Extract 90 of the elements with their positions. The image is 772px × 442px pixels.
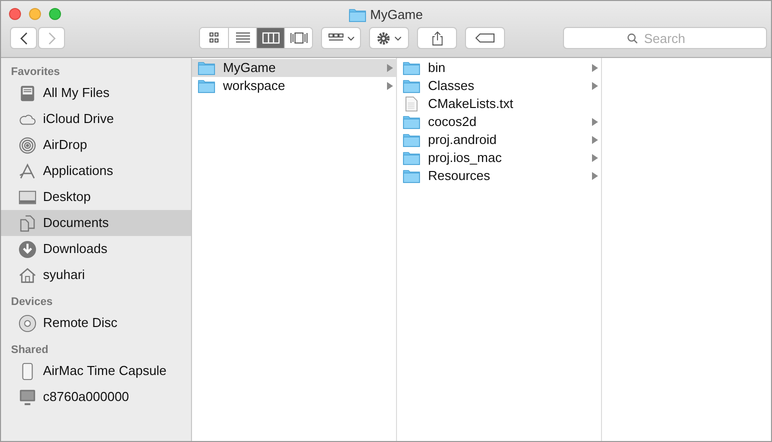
file-name: proj.android [428, 131, 498, 150]
disclosure-arrow-icon [387, 64, 393, 72]
section-header: Shared [10, 343, 50, 358]
folder-icon [403, 169, 420, 183]
back-button[interactable] [10, 27, 37, 49]
caret-icon [346, 36, 354, 40]
folder-icon [198, 61, 215, 75]
disclosure-arrow-icon [592, 118, 598, 126]
search-icon [627, 33, 638, 44]
chevron-left-icon [20, 32, 28, 44]
document-icon [405, 96, 418, 112]
tag-button[interactable] [465, 27, 505, 49]
sidebar-item[interactable]: Remote Disc [1, 310, 191, 336]
file-name: Classes [428, 77, 476, 96]
folder-icon [403, 61, 420, 75]
file-name: Resources [428, 167, 492, 186]
file-name: proj.ios_mac [428, 149, 503, 168]
sidebar-item[interactable]: AirMac Time Capsule [1, 358, 191, 384]
file-row[interactable]: Resources [397, 167, 601, 185]
settings-icon [376, 30, 391, 46]
file-row[interactable]: proj.android [397, 131, 601, 149]
sidebar-item[interactable]: c8760a000000 [1, 384, 191, 410]
folder-icon [403, 115, 420, 129]
sidebar-label: Desktop [43, 188, 91, 206]
file-row[interactable]: bin [397, 59, 601, 77]
file-name: workspace [223, 77, 286, 96]
folder-icon [403, 151, 420, 165]
section-header: Devices [10, 295, 54, 310]
sidebar-label: Documents [43, 214, 109, 232]
tag-icon [475, 33, 495, 43]
disclosure-arrow-icon [592, 172, 598, 180]
file-name: cocos2d [428, 113, 478, 132]
sidebar-label: All My Files [43, 84, 110, 102]
download-icon [18, 240, 37, 258]
folder-icon [403, 79, 420, 93]
file-row[interactable]: Classes [397, 77, 601, 95]
close-button[interactable] [9, 8, 21, 20]
view-mode-button[interactable] [256, 28, 284, 48]
file-name: bin [428, 59, 446, 78]
applications-icon [18, 162, 37, 180]
sidebar-label: AirDrop [43, 136, 88, 154]
sidebar-label: iCloud Drive [43, 110, 114, 128]
sidebar-label: Downloads [43, 240, 108, 258]
file-name: MyGame [223, 59, 277, 78]
search-field[interactable]: Search [563, 27, 767, 49]
arrange-button[interactable] [321, 27, 361, 49]
documents-icon [18, 214, 37, 232]
sidebar-item[interactable]: Documents [1, 210, 191, 236]
disclosure-arrow-icon [592, 82, 598, 90]
airdrop-icon [18, 136, 37, 154]
disclosure-arrow-icon [592, 136, 598, 144]
cover-flow-icon [288, 31, 308, 45]
sidebar-item[interactable]: All My Files [1, 80, 191, 106]
sidebar-label: Remote Disc [43, 314, 118, 332]
sidebar-item[interactable]: Applications [1, 158, 191, 184]
view-mode-button[interactable] [284, 28, 312, 48]
sidebar-label: Applications [43, 162, 114, 180]
folder-icon [198, 79, 215, 93]
sidebar-label: AirMac Time Capsule [43, 362, 167, 380]
sidebar-item[interactable]: syuhari [1, 262, 191, 288]
monitor-icon [18, 388, 37, 406]
file-row[interactable]: workspace [192, 77, 396, 95]
sidebar-item[interactable]: Desktop [1, 184, 191, 210]
tray-icon [18, 84, 37, 102]
section-header: Favorites [10, 65, 61, 80]
sidebar-item[interactable]: Downloads [1, 236, 191, 262]
file-name: CMakeLists.txt [428, 95, 514, 114]
sidebar-label: syuhari [43, 266, 85, 284]
share-icon [430, 30, 444, 46]
disclosure-arrow-icon [592, 154, 598, 162]
columns-icon [260, 31, 280, 45]
folder-icon [403, 133, 420, 147]
file-row[interactable]: proj.ios_mac [397, 149, 601, 167]
folder-icon [349, 8, 366, 22]
file-row[interactable]: cocos2d [397, 113, 601, 131]
file-row[interactable]: CMakeLists.txt [397, 95, 601, 113]
grid-icon [328, 33, 344, 43]
action-button[interactable] [369, 27, 409, 49]
sidebar-label: c8760a000000 [43, 388, 130, 406]
file-row[interactable]: MyGame [192, 59, 396, 77]
sidebar-item[interactable]: AirDrop [1, 132, 191, 158]
chevron-right-icon [48, 32, 56, 44]
sidebar-item[interactable]: iCloud Drive [1, 106, 191, 132]
house-icon [18, 266, 37, 284]
disclosure-arrow-icon [387, 82, 393, 90]
share-button[interactable] [417, 27, 457, 49]
caret-icon [394, 36, 402, 40]
disclosure-arrow-icon [592, 64, 598, 72]
window-title: MyGame [370, 6, 423, 24]
disc-icon [18, 314, 37, 332]
